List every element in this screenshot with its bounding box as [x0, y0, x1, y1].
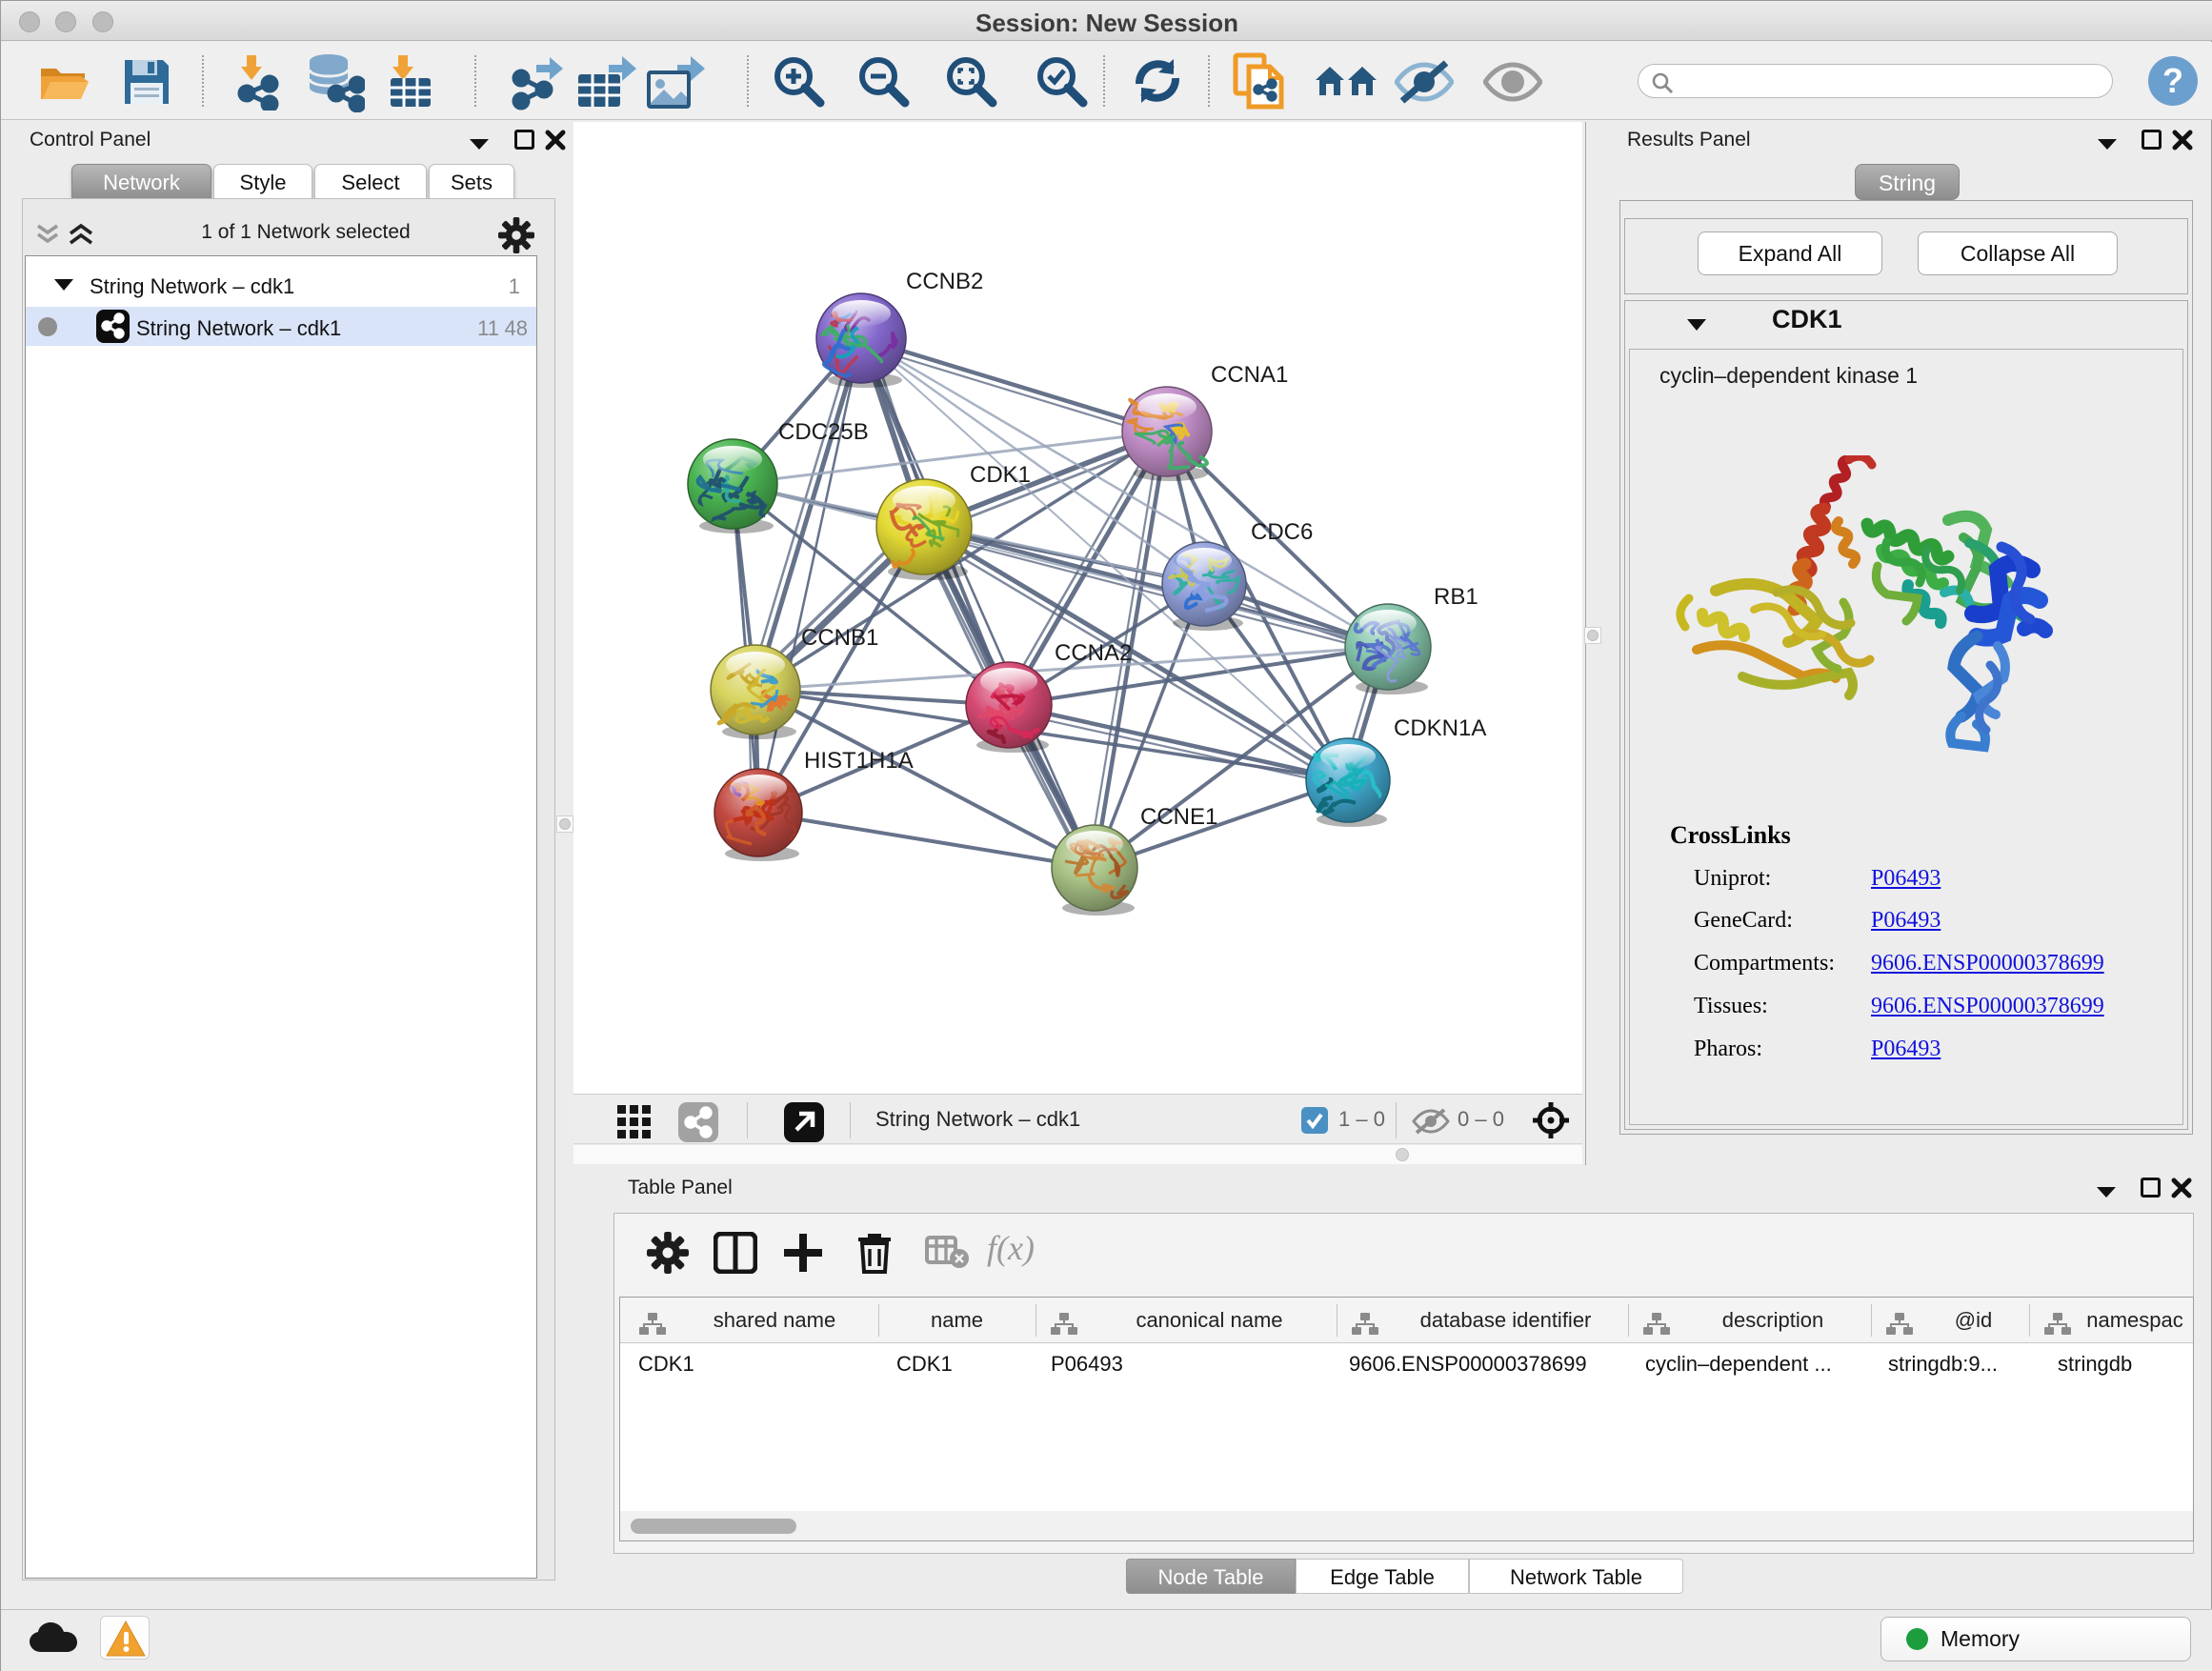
svg-text:?: ?	[2162, 61, 2183, 100]
svg-text:CCNA2: CCNA2	[1055, 640, 1132, 666]
svg-text:CDKN1A: CDKN1A	[1394, 715, 1486, 741]
svg-text:CCNE1: CCNE1	[1140, 804, 1217, 830]
svg-text:CCNA1: CCNA1	[1211, 362, 1288, 388]
svg-text:HIST1H1A: HIST1H1A	[804, 748, 914, 774]
svg-text:CDC25B: CDC25B	[778, 419, 869, 445]
svg-text:CCNB1: CCNB1	[801, 625, 878, 651]
svg-text:CDC6: CDC6	[1251, 519, 1313, 545]
svg-text:CDK1: CDK1	[970, 462, 1031, 488]
svg-text:CCNB2: CCNB2	[906, 269, 983, 294]
svg-text:RB1: RB1	[1434, 584, 1478, 610]
